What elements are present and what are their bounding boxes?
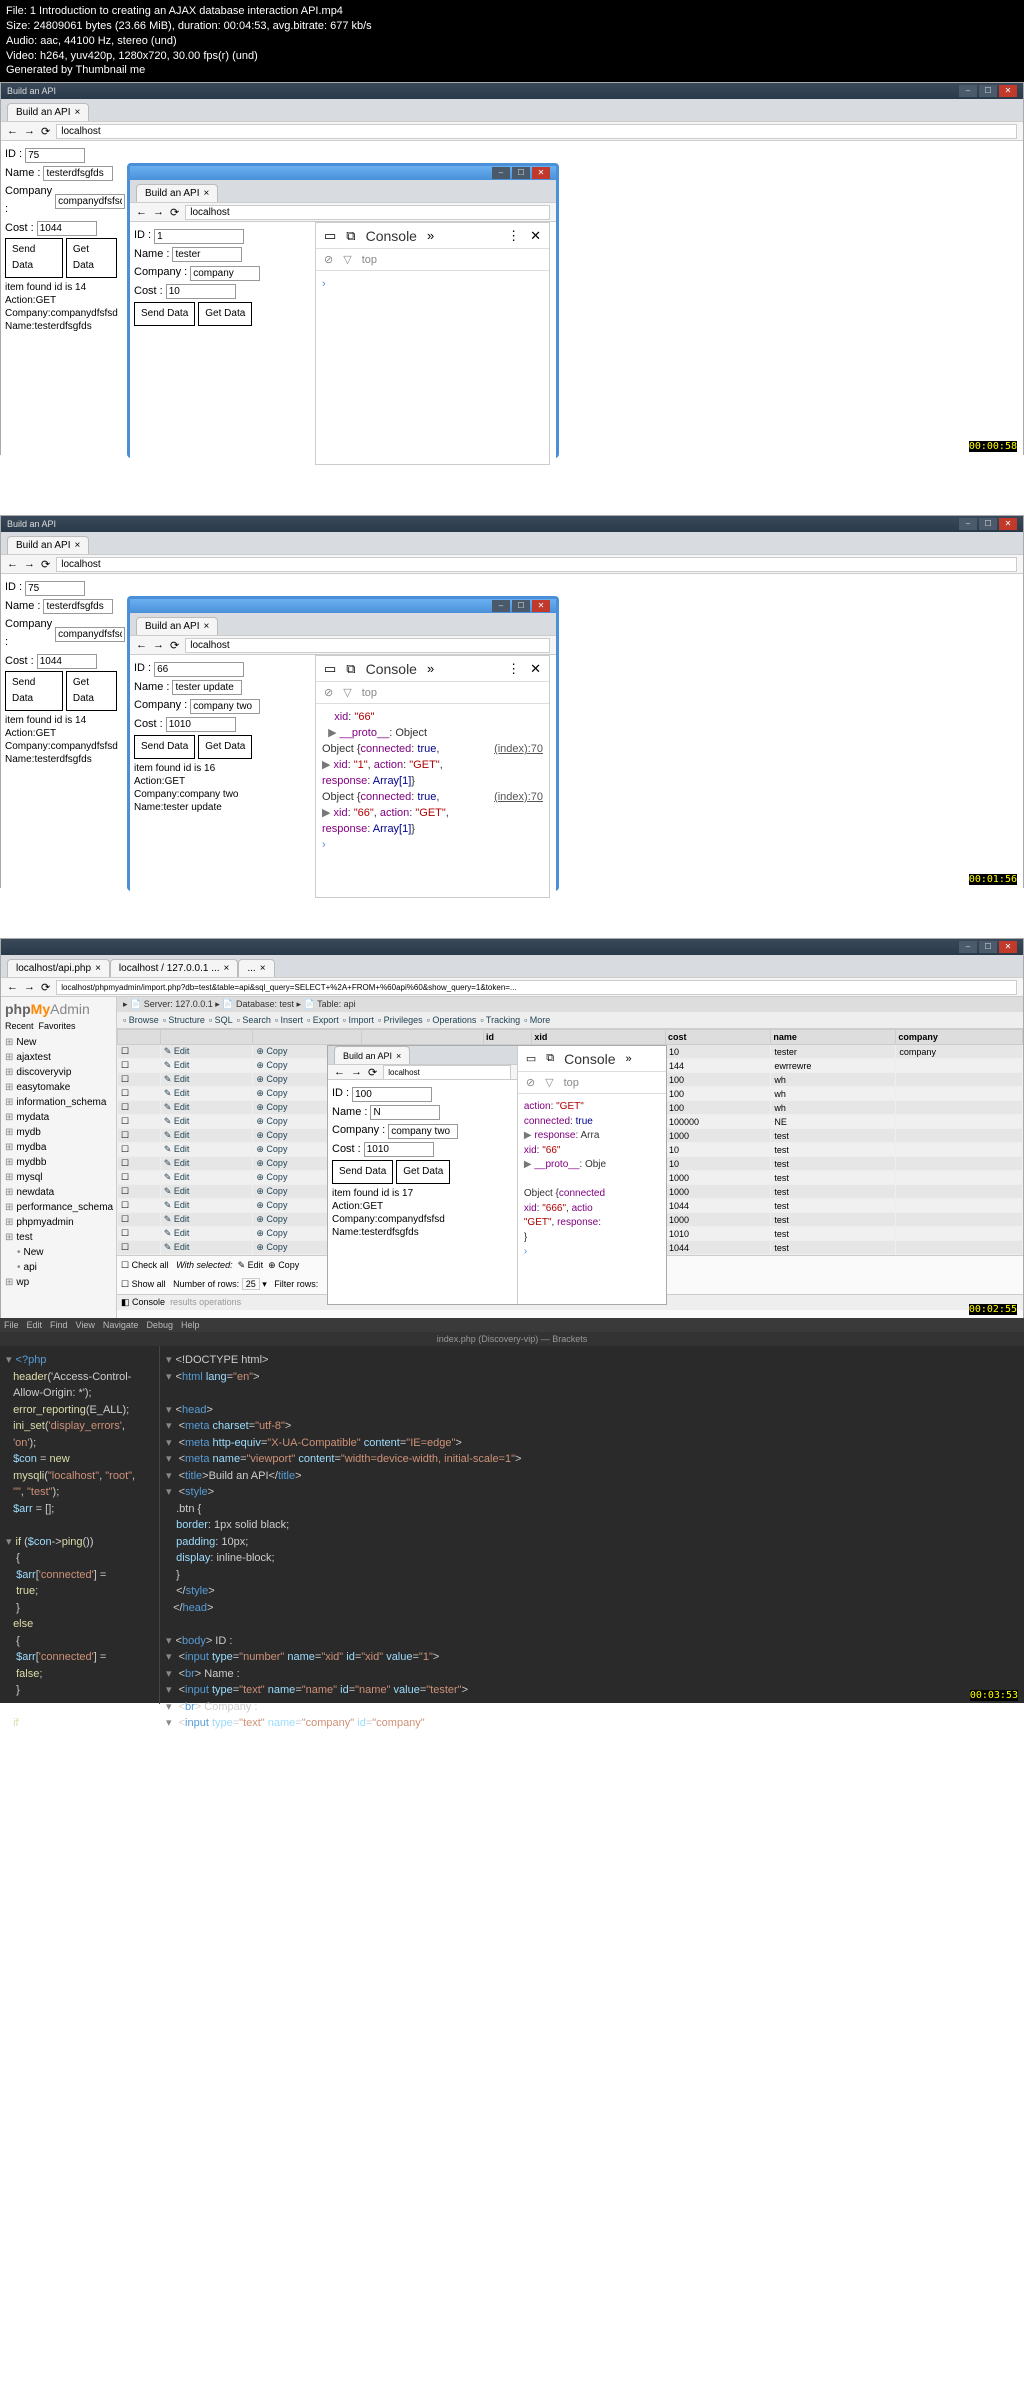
minimize-button[interactable]: – (492, 167, 510, 179)
url-input[interactable] (185, 205, 550, 220)
console-prompt[interactable]: › (322, 278, 326, 290)
showall-checkbox[interactable]: ☐ (121, 1279, 129, 1289)
frame-2: Build an API–☐✕ Build an API× ←→⟳ ID : N… (0, 515, 1024, 888)
browser-tab[interactable]: Build an API× (136, 184, 218, 202)
more-tabs-icon[interactable]: » (427, 228, 434, 243)
inner-window: –☐✕ Build an API× ←→⟳ ID : Name : Compan… (127, 163, 559, 458)
frame-4-brackets: FileEditFindViewNavigateDebugHelp index.… (0, 1318, 1024, 1703)
pma-main-tabs: ▫ Browse▫ Structure▫ SQL▫ Search▫ Insert… (117, 1012, 1023, 1029)
devtools-panel: ▭ ⧉ Console » ⋮ ✕ ⊘ ▽ top › (315, 222, 550, 465)
send-button[interactable]: Send Data (5, 238, 63, 278)
pma-db-tree: ⊞ New⊞ ajaxtest⊞ discoveryvip⊞ easytomak… (5, 1035, 112, 1290)
url-input[interactable] (56, 124, 1017, 139)
left-code-pane[interactable]: ▾<?php header('Access-Control- Allow-Ori… (0, 1346, 160, 1704)
menu-icon[interactable]: ⋮ (507, 228, 520, 244)
console-tab[interactable]: Console (366, 228, 417, 244)
status-panel: item found id is 14Action:GETCompany:com… (5, 281, 117, 333)
send-button[interactable]: Send Data (134, 302, 195, 326)
brackets-tab: index.php (Discovery-vip) — Brackets (0, 1332, 1024, 1346)
pma-breadcrumb: ▸ 📄 Server: 127.0.0.1 ▸ 📄 Database: test… (117, 997, 1023, 1012)
dock-icon[interactable]: ⧉ (346, 228, 355, 244)
minimize-button[interactable]: – (959, 85, 977, 97)
device-icon[interactable]: ▭ (324, 228, 336, 244)
close-button[interactable]: ✕ (532, 167, 550, 179)
id-input[interactable] (154, 229, 244, 244)
timestamp: 00:00:58 (969, 441, 1017, 452)
frame-1: Build an API – ☐ ✕ Build an API× ← → ⟳ I… (0, 82, 1024, 455)
clear-icon[interactable]: ⊘ (324, 253, 333, 266)
cost-input[interactable] (166, 284, 236, 299)
maximize-button[interactable]: ☐ (979, 85, 997, 97)
id-input[interactable] (25, 148, 85, 163)
forward-icon[interactable]: → (24, 125, 35, 137)
browser-tabstrip: Build an API× (1, 99, 1023, 121)
overlay-window: Build an API× ←→⟳ ID : Name : Company : … (327, 1045, 667, 1305)
back-icon[interactable]: ← (7, 125, 18, 137)
console-output: xid: "66" ▶ __proto__: Object(index):70O… (316, 704, 549, 897)
browser-tab[interactable]: Build an API× (7, 103, 89, 121)
close-icon[interactable]: ✕ (530, 228, 541, 244)
close-tab-icon[interactable]: × (74, 107, 80, 118)
window-titlebar: Build an API – ☐ ✕ (1, 83, 1023, 99)
right-code-pane[interactable]: ▾<!DOCTYPE html>▾<html lang="en"> ▾<head… (160, 1346, 1024, 1704)
company-input[interactable] (55, 194, 125, 209)
filter-icon[interactable]: ▽ (343, 253, 351, 266)
pma-sidebar: phpMyAdmin Recent Favorites ⊞ New⊞ ajaxt… (1, 997, 117, 1319)
context-label: top (362, 254, 377, 266)
company-input[interactable] (190, 266, 260, 281)
maximize-button[interactable]: ☐ (512, 167, 530, 179)
frame-3: –☐✕ localhost/api.php ×localhost / 127.0… (0, 938, 1024, 1318)
devtools-panel: ▭⧉Console»⋮✕ ⊘▽top xid: "66" ▶ __proto__… (315, 655, 550, 898)
name-input[interactable] (43, 166, 113, 181)
checkall-checkbox[interactable]: ☐ (121, 1260, 129, 1270)
address-bar: ← → ⟳ (1, 121, 1023, 141)
brackets-menu: FileEditFindViewNavigateDebugHelp (0, 1318, 1024, 1332)
reload-icon[interactable]: ⟳ (41, 125, 50, 138)
browser-tabstrip: localhost/api.php ×localhost / 127.0.0.1… (1, 955, 1023, 977)
get-button[interactable]: Get Data (198, 302, 252, 326)
close-button[interactable]: ✕ (999, 85, 1017, 97)
video-metadata: File: 1 Introduction to creating an AJAX… (0, 0, 1024, 82)
pma-logo: phpMyAdmin (5, 1001, 112, 1017)
get-button[interactable]: Get Data (66, 238, 117, 278)
name-input[interactable] (172, 247, 242, 262)
cost-input[interactable] (37, 221, 97, 236)
